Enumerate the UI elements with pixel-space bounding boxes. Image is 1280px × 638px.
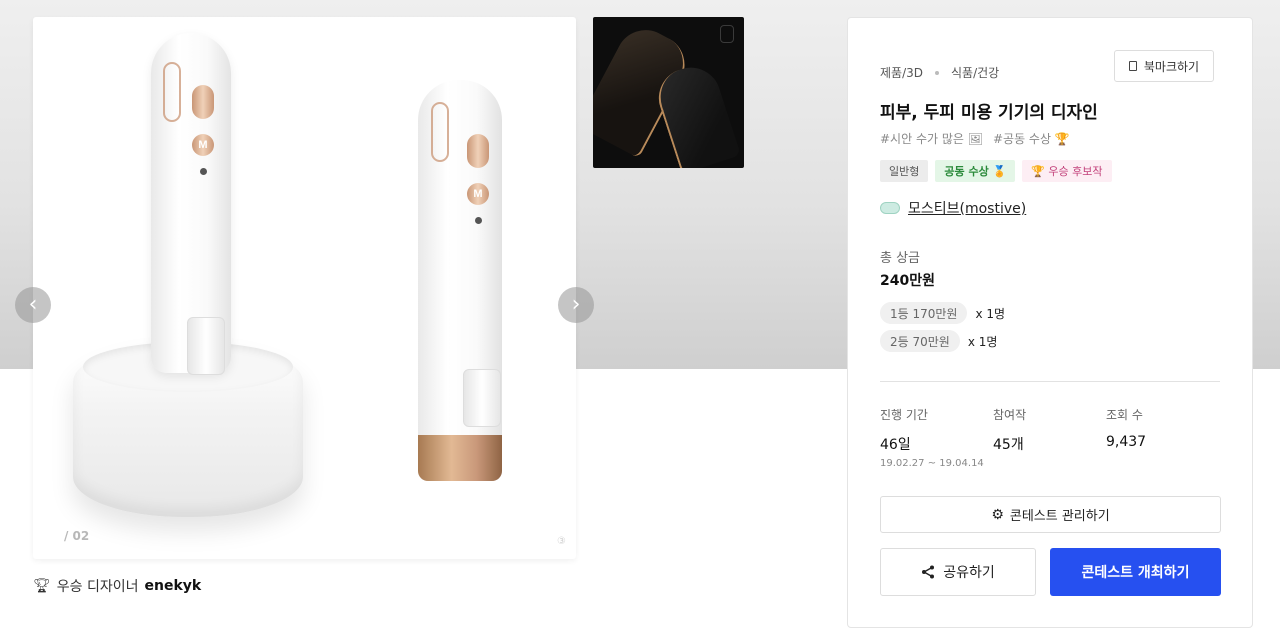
prize-rank-chip: 2등 70만원 [880,330,960,352]
contest-type-badge: 일반형 [880,160,929,182]
stat-date-range: 19.02.27 ~ 19.04.14 [880,458,984,469]
prize-row: 2등 70만원 x 1명 [880,330,997,352]
host-label: 콘테스트 개최하기 [1081,565,1190,581]
stat-value: 46일 [880,437,911,453]
stat-value: 45개 [993,437,1024,453]
device-power-button [192,85,214,119]
section-divider [880,381,1220,382]
prize-total: 240만원 [880,273,935,289]
device-label [463,369,501,427]
manage-label: 콘테스트 관리하기 [1009,509,1110,524]
device-power-button [467,134,489,168]
main-product-image: M M / 02 ③ [33,17,576,559]
bookmark-button[interactable]: 북마크하기 [1114,50,1214,82]
chevron-left-icon: ‹ [28,292,38,317]
host-company[interactable]: 모스티브(mostive) [880,198,1026,218]
company-logo [880,202,900,214]
gear-icon: ⚙ [991,506,1004,523]
stat-label: 참여작 [993,408,1027,422]
device-logo [163,62,181,122]
stat-label: 진행 기간 [880,408,928,422]
share-button[interactable]: 공유하기 [880,548,1036,596]
chevron-right-icon: › [571,292,581,317]
stat-value: 9,437 [1106,434,1147,450]
manage-contest-button[interactable]: ⚙ 콘테스트 관리하기 [880,496,1221,533]
contest-title: 피부, 두피 미용 기기의 디자인 [880,103,1098,123]
bookmark-icon [1128,61,1137,71]
prize-count: x 1명 [967,334,998,349]
device-mode-button: M [467,183,489,205]
contest-info-panel: 제품/3D 식품/건강 북마크하기 피부, 두피 미용 기기의 디자인 #시안 … [847,17,1253,628]
watermark: ③ [557,536,566,547]
device-led [200,168,207,175]
gallery-thumbnail[interactable] [593,17,744,168]
device-led [475,217,482,224]
host-contest-button[interactable]: 콘테스트 개최하기 [1050,548,1221,596]
image-counter: / 02 [64,529,90,543]
device-label [187,317,225,375]
prev-image-button[interactable]: ‹ [15,287,51,323]
company-name: 모스티브(mostive) [908,201,1027,217]
stat-views: 조회 수 9,437 [1106,406,1146,450]
badge-list: 일반형 공동 수상 🏅 🏆 우승 후보작 [880,160,1112,182]
device-logo [431,102,449,162]
winner-candidate-badge: 🏆 우승 후보작 [1022,160,1112,182]
joint-award-badge: 공동 수상 🏅 [935,160,1016,182]
tag[interactable]: #공동 수상 🏆 [993,130,1070,147]
share-label: 공유하기 [943,565,995,581]
tag-list: #시안 수가 많은 🖼 #공동 수상 🏆 [880,130,1070,147]
winner-prefix: 우승 디자이너 [56,579,139,595]
prize-label: 총 상금 [880,251,921,266]
category-link[interactable]: 식품/건강 [951,64,999,81]
stat-label: 조회 수 [1106,408,1143,422]
share-icon [922,565,935,579]
prize-rank-chip: 1등 170만원 [880,302,968,324]
winning-designer: 🏆︎ 우승 디자이너 enekyk [33,576,201,596]
device-mode-button: M [192,134,214,156]
category-separator [935,70,939,75]
stat-entries: 참여작 45개 [993,406,1026,454]
device-rose-gold-cap [418,435,502,481]
trophy-icon: 🏆︎ [33,578,51,594]
stat-duration: 진행 기간 46일 19.02.27 ~ 19.04.14 [880,406,984,469]
winner-name[interactable]: enekyk [145,578,202,594]
tag[interactable]: #시안 수가 많은 🖼 [880,130,983,147]
prize-count: x 1명 [975,306,1006,321]
category-link[interactable]: 제품/3D [880,64,923,81]
thumbnail-emblem [720,25,734,43]
next-image-button[interactable]: › [558,287,594,323]
bookmark-label: 북마크하기 [1143,59,1200,74]
breadcrumb: 제품/3D 식품/건강 [880,64,999,81]
prize-row: 1등 170만원 x 1명 [880,302,1005,324]
